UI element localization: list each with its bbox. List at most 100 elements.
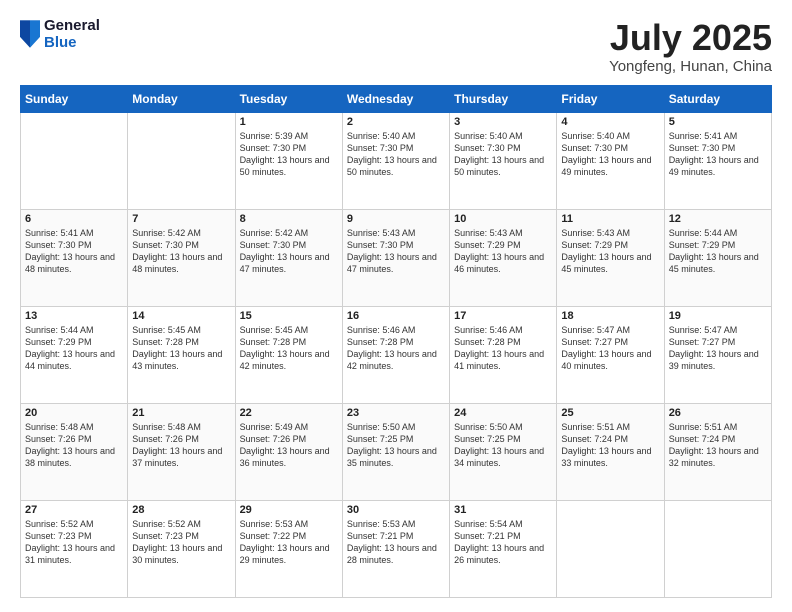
calendar-cell: 2 Sunrise: 5:40 AMSunset: 7:30 PMDaylight…	[342, 112, 449, 209]
calendar-cell: 10 Sunrise: 5:43 AMSunset: 7:29 PMDayligh…	[450, 209, 557, 306]
day-number: 13	[25, 310, 123, 322]
calendar-cell: 6 Sunrise: 5:41 AMSunset: 7:30 PMDaylight…	[21, 209, 128, 306]
day-number: 11	[561, 213, 659, 225]
day-info: Sunrise: 5:52 AMSunset: 7:23 PMDaylight:…	[25, 518, 123, 567]
day-number: 8	[240, 213, 338, 225]
day-number: 1	[240, 116, 338, 128]
day-info: Sunrise: 5:43 AMSunset: 7:29 PMDaylight:…	[454, 227, 552, 276]
calendar-cell: 23 Sunrise: 5:50 AMSunset: 7:25 PMDayligh…	[342, 403, 449, 500]
calendar-week-3: 13 Sunrise: 5:44 AMSunset: 7:29 PMDayligh…	[21, 306, 772, 403]
day-info: Sunrise: 5:50 AMSunset: 7:25 PMDaylight:…	[347, 421, 445, 470]
day-info: Sunrise: 5:42 AMSunset: 7:30 PMDaylight:…	[132, 227, 230, 276]
calendar-cell: 31 Sunrise: 5:54 AMSunset: 7:21 PMDayligh…	[450, 500, 557, 597]
day-info: Sunrise: 5:45 AMSunset: 7:28 PMDaylight:…	[132, 324, 230, 373]
calendar-cell	[664, 500, 771, 597]
title-month: July 2025	[609, 18, 772, 58]
day-number: 29	[240, 504, 338, 516]
day-info: Sunrise: 5:41 AMSunset: 7:30 PMDaylight:…	[25, 227, 123, 276]
day-info: Sunrise: 5:47 AMSunset: 7:27 PMDaylight:…	[561, 324, 659, 373]
day-info: Sunrise: 5:44 AMSunset: 7:29 PMDaylight:…	[25, 324, 123, 373]
day-number: 21	[132, 407, 230, 419]
calendar-cell: 24Sunrise: 5:50 AMSunset: 7:25 PMDayligh…	[450, 403, 557, 500]
day-info: Sunrise: 5:49 AMSunset: 7:26 PMDaylight:…	[240, 421, 338, 470]
calendar-header-sunday: Sunday	[21, 85, 128, 112]
day-info: Sunrise: 5:40 AMSunset: 7:30 PMDaylight:…	[561, 130, 659, 179]
calendar-cell: 1Sunrise: 5:39 AMSunset: 7:30 PMDaylight…	[235, 112, 342, 209]
day-info: Sunrise: 5:40 AMSunset: 7:30 PMDaylight:…	[454, 130, 552, 179]
day-info: Sunrise: 5:46 AMSunset: 7:28 PMDaylight:…	[454, 324, 552, 373]
calendar-cell: 26Sunrise: 5:51 AMSunset: 7:24 PMDayligh…	[664, 403, 771, 500]
calendar-week-2: 6 Sunrise: 5:41 AMSunset: 7:30 PMDaylight…	[21, 209, 772, 306]
day-number: 17	[454, 310, 552, 322]
day-info: Sunrise: 5:40 AMSunset: 7:30 PMDaylight:…	[347, 130, 445, 179]
day-number: 16	[347, 310, 445, 322]
day-info: Sunrise: 5:53 AMSunset: 7:22 PMDaylight:…	[240, 518, 338, 567]
day-number: 28	[132, 504, 230, 516]
calendar-cell: 27Sunrise: 5:52 AMSunset: 7:23 PMDayligh…	[21, 500, 128, 597]
calendar-week-1: 1Sunrise: 5:39 AMSunset: 7:30 PMDaylight…	[21, 112, 772, 209]
day-number: 23	[347, 407, 445, 419]
calendar-cell: 21 Sunrise: 5:48 AMSunset: 7:26 PMDayligh…	[128, 403, 235, 500]
calendar-cell: 29 Sunrise: 5:53 AMSunset: 7:22 PMDayligh…	[235, 500, 342, 597]
calendar-cell: 25 Sunrise: 5:51 AMSunset: 7:24 PMDayligh…	[557, 403, 664, 500]
calendar-cell: 18Sunrise: 5:47 AMSunset: 7:27 PMDayligh…	[557, 306, 664, 403]
day-info: Sunrise: 5:44 AMSunset: 7:29 PMDaylight:…	[669, 227, 767, 276]
day-info: Sunrise: 5:53 AMSunset: 7:21 PMDaylight:…	[347, 518, 445, 567]
calendar-header-thursday: Thursday	[450, 85, 557, 112]
logo-text: General Blue	[44, 18, 100, 51]
day-info: Sunrise: 5:51 AMSunset: 7:24 PMDaylight:…	[561, 421, 659, 470]
day-number: 4	[561, 116, 659, 128]
day-number: 15	[240, 310, 338, 322]
calendar-cell: 5 Sunrise: 5:41 AMSunset: 7:30 PMDaylight…	[664, 112, 771, 209]
calendar-header-friday: Friday	[557, 85, 664, 112]
day-number: 30	[347, 504, 445, 516]
calendar-header-saturday: Saturday	[664, 85, 771, 112]
logo-blue: Blue	[44, 35, 100, 52]
day-info: Sunrise: 5:42 AMSunset: 7:30 PMDaylight:…	[240, 227, 338, 276]
logo: General Blue	[20, 18, 100, 51]
calendar-cell: 28 Sunrise: 5:52 AMSunset: 7:23 PMDayligh…	[128, 500, 235, 597]
logo-general: General	[44, 18, 100, 35]
calendar-header-monday: Monday	[128, 85, 235, 112]
day-number: 6	[25, 213, 123, 225]
calendar-cell: 30 Sunrise: 5:53 AMSunset: 7:21 PMDayligh…	[342, 500, 449, 597]
page: General Blue July 2025 Yongfeng, Hunan, …	[0, 0, 792, 612]
day-info: Sunrise: 5:51 AMSunset: 7:24 PMDaylight:…	[669, 421, 767, 470]
calendar-cell: 16 Sunrise: 5:46 AMSunset: 7:28 PMDayligh…	[342, 306, 449, 403]
calendar-cell	[128, 112, 235, 209]
day-info: Sunrise: 5:46 AMSunset: 7:28 PMDaylight:…	[347, 324, 445, 373]
calendar-week-4: 20 Sunrise: 5:48 AMSunset: 7:26 PMDayligh…	[21, 403, 772, 500]
day-info: Sunrise: 5:48 AMSunset: 7:26 PMDaylight:…	[132, 421, 230, 470]
calendar-cell: 11Sunrise: 5:43 AMSunset: 7:29 PMDayligh…	[557, 209, 664, 306]
day-number: 10	[454, 213, 552, 225]
day-info: Sunrise: 5:54 AMSunset: 7:21 PMDaylight:…	[454, 518, 552, 567]
day-number: 3	[454, 116, 552, 128]
calendar-cell: 12 Sunrise: 5:44 AMSunset: 7:29 PMDayligh…	[664, 209, 771, 306]
calendar-cell: 19Sunrise: 5:47 AMSunset: 7:27 PMDayligh…	[664, 306, 771, 403]
calendar-cell	[557, 500, 664, 597]
calendar-cell: 9Sunrise: 5:43 AMSunset: 7:30 PMDaylight…	[342, 209, 449, 306]
day-number: 20	[25, 407, 123, 419]
calendar-cell: 17 Sunrise: 5:46 AMSunset: 7:28 PMDayligh…	[450, 306, 557, 403]
day-info: Sunrise: 5:52 AMSunset: 7:23 PMDaylight:…	[132, 518, 230, 567]
calendar-cell: 7 Sunrise: 5:42 AMSunset: 7:30 PMDaylight…	[128, 209, 235, 306]
header: General Blue July 2025 Yongfeng, Hunan, …	[20, 18, 772, 75]
calendar-header-tuesday: Tuesday	[235, 85, 342, 112]
calendar-table: SundayMondayTuesdayWednesdayThursdayFrid…	[20, 85, 772, 598]
day-number: 5	[669, 116, 767, 128]
calendar-cell: 14Sunrise: 5:45 AMSunset: 7:28 PMDayligh…	[128, 306, 235, 403]
day-number: 2	[347, 116, 445, 128]
day-info: Sunrise: 5:41 AMSunset: 7:30 PMDaylight:…	[669, 130, 767, 179]
logo-icon	[20, 20, 40, 48]
day-number: 31	[454, 504, 552, 516]
day-info: Sunrise: 5:43 AMSunset: 7:30 PMDaylight:…	[347, 227, 445, 276]
day-info: Sunrise: 5:50 AMSunset: 7:25 PMDaylight:…	[454, 421, 552, 470]
calendar-cell: 15 Sunrise: 5:45 AMSunset: 7:28 PMDayligh…	[235, 306, 342, 403]
day-number: 25	[561, 407, 659, 419]
day-number: 7	[132, 213, 230, 225]
day-info: Sunrise: 5:45 AMSunset: 7:28 PMDaylight:…	[240, 324, 338, 373]
calendar-header-wednesday: Wednesday	[342, 85, 449, 112]
title-location: Yongfeng, Hunan, China	[609, 58, 772, 75]
calendar-week-5: 27Sunrise: 5:52 AMSunset: 7:23 PMDayligh…	[21, 500, 772, 597]
day-number: 12	[669, 213, 767, 225]
